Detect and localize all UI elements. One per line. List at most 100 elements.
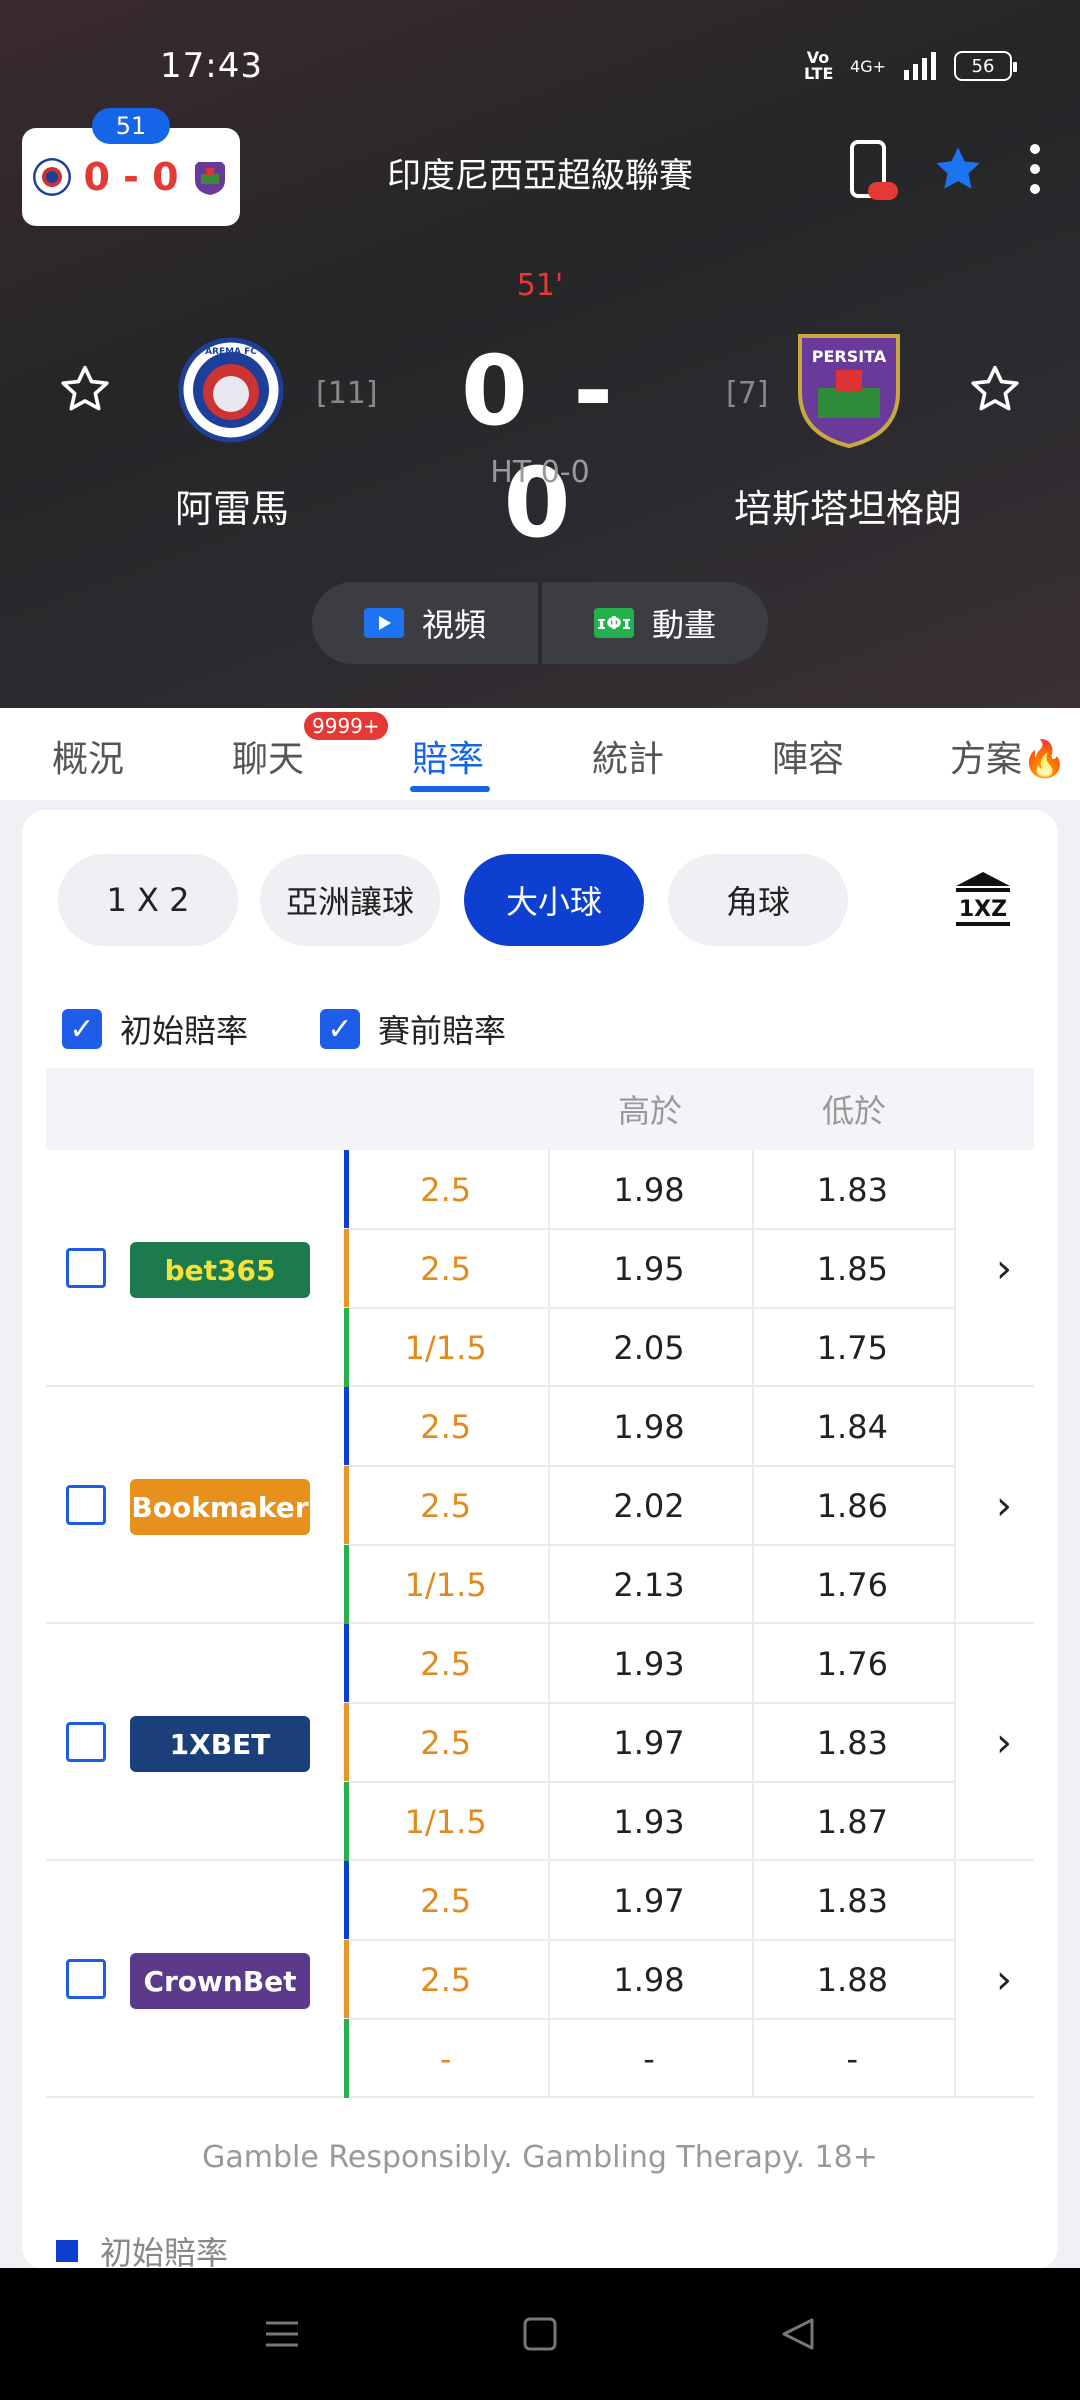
odds-line: 2.5 1.98 1.84 [344, 1387, 954, 1466]
active-tab-indicator [410, 786, 490, 792]
home-team-logo: AREMA FC [178, 337, 284, 443]
home-icon[interactable] [520, 2314, 560, 2354]
odds-line: 2.5 1.93 1.76 [344, 1624, 954, 1703]
odds-line: 2.5 2.02 1.86 [344, 1466, 954, 1545]
bookmaker-logo: bet365 [130, 1242, 310, 1298]
line-type-bar [344, 2019, 349, 2098]
under-odds: 1.83 [816, 1723, 888, 1762]
home-favorite-icon[interactable] [58, 362, 112, 416]
chevron-right-icon[interactable]: › [996, 1246, 1012, 1292]
tab-overview[interactable]: 概況 [52, 730, 124, 782]
more-menu-icon[interactable] [1030, 144, 1040, 194]
animation-button[interactable]: ɪΦɪ 動畫 [542, 582, 768, 664]
chevron-right-icon[interactable]: › [996, 1483, 1012, 1529]
bookmaker-row[interactable]: bet365 2.5 1.98 1.83 2.5 1.95 1.85 1/1.5 2.05 1.7… [46, 1150, 1034, 1387]
chevron-right-icon[interactable]: › [996, 1720, 1012, 1766]
under-odds: 1.85 [816, 1249, 888, 1288]
line-value: 2.5 [420, 1960, 472, 1999]
over-odds: 2.05 [613, 1328, 685, 1367]
over-odds: 2.02 [613, 1486, 685, 1525]
over-odds: 1.98 [613, 1960, 685, 1999]
video-label: 視頻 [421, 606, 486, 644]
check-icon[interactable]: ✓ [320, 1009, 360, 1049]
odds-line: 1/1.5 1.93 1.87 [344, 1782, 954, 1861]
under-odds: 1.87 [816, 1802, 888, 1841]
mini-minute-badge: 51 [92, 108, 170, 144]
pre-odds-toggle[interactable]: ✓ 賽前賠率 [320, 1006, 506, 1052]
odds-table: bet365 2.5 1.98 1.83 2.5 1.95 1.85 1/1.5 2.05 1.7… [46, 1150, 1034, 2098]
tab-stats[interactable]: 統計 [592, 730, 664, 782]
away-favorite-icon[interactable] [968, 362, 1022, 416]
away-team-name[interactable]: 培斯塔坦格朗 [710, 478, 986, 533]
tab-plans[interactable]: 方案🔥 [950, 730, 1067, 782]
over-odds: 1.98 [613, 1407, 685, 1446]
line-type-bar [344, 1308, 349, 1387]
bookmaker-row[interactable]: 1XBET 2.5 1.93 1.76 2.5 1.97 1.83 1/1.5 1.93 1.87… [46, 1624, 1034, 1861]
network-label: 4G+ [850, 56, 886, 76]
odds-line: 2.5 1.98 1.83 [344, 1150, 954, 1229]
under-odds: - [846, 2039, 859, 2078]
under-odds: 1.86 [816, 1486, 888, 1525]
media-switch: 視頻 ɪΦɪ 動畫 [312, 582, 768, 664]
bookmaker-logo: CrownBet [130, 1953, 310, 2009]
line-type-bar [344, 1545, 349, 1624]
segment-over-under[interactable]: 大小球 [464, 854, 644, 946]
under-odds: 1.88 [816, 1960, 888, 1999]
tab-chat[interactable]: 聊天 [232, 730, 304, 782]
bookmaker-logo: Bookmaker [130, 1479, 310, 1535]
gamble-notice[interactable]: Gamble Responsibly. Gambling Therapy. 18… [22, 2140, 1058, 2175]
line-type-bar [344, 1466, 349, 1545]
line-value: 1/1.5 [404, 1565, 487, 1604]
league-title: 印度尼西亞超級聯賽 [387, 156, 693, 196]
line-value: 2.5 [420, 1723, 472, 1762]
bookmaker-checkbox[interactable] [66, 1959, 106, 1999]
svg-text:1XZ: 1XZ [959, 897, 1007, 922]
over-odds: 1.98 [613, 1170, 685, 1209]
tab-lineup[interactable]: 陣容 [772, 730, 844, 782]
bookmaker-row[interactable]: Bookmaker 2.5 1.98 1.84 2.5 2.02 1.86 1/1.5 2.13… [46, 1387, 1034, 1624]
video-play-icon [363, 608, 404, 638]
odds-line: 2.5 1.98 1.88 [344, 1940, 954, 2019]
check-icon[interactable]: ✓ [62, 1009, 102, 1049]
animation-label: 動畫 [651, 606, 716, 644]
under-odds: 1.75 [816, 1328, 888, 1367]
phone-alert-icon[interactable] [850, 140, 898, 200]
bookmaker-checkbox[interactable] [66, 1485, 106, 1525]
bookmaker-checkbox[interactable] [66, 1248, 106, 1288]
legend-swatch [56, 2240, 78, 2262]
volte-indicator: Vo LTE [804, 48, 834, 83]
back-icon[interactable] [778, 2314, 818, 2354]
over-odds: - [643, 2039, 655, 2078]
over-odds: 1.95 [613, 1249, 685, 1288]
over-odds: 1.93 [613, 1802, 685, 1841]
bank-icon[interactable]: 1XZ [952, 870, 1014, 928]
odds-line: --- [344, 2019, 954, 2098]
chevron-right-icon[interactable]: › [996, 1957, 1012, 2003]
line-value: 2.5 [420, 1170, 472, 1209]
bookmaker-row[interactable]: CrownBet 2.5 1.97 1.83 2.5 1.98 1.88 - - - › [46, 1861, 1034, 2098]
segment-corners[interactable]: 角球 [668, 854, 848, 946]
line-value: 1/1.5 [404, 1802, 487, 1841]
odds-line: 2.5 1.95 1.85 [344, 1229, 954, 1308]
home-logo-text: AREMA FC [205, 347, 257, 357]
home-team-name[interactable]: 阿雷馬 [132, 478, 332, 533]
bookmaker-checkbox[interactable] [66, 1722, 106, 1762]
line-value: 2.5 [420, 1486, 472, 1525]
under-odds: 1.84 [816, 1407, 888, 1446]
line-type-bar [344, 1703, 349, 1782]
over-odds: 2.13 [613, 1565, 685, 1604]
menu-icon[interactable] [262, 2314, 302, 2354]
segment-asian-handicap[interactable]: 亞洲讓球 [260, 854, 440, 946]
header-under: 低於 [821, 1092, 886, 1130]
line-type-bar [344, 1861, 349, 1940]
mini-score-text: 0 - 0 [83, 155, 179, 199]
under-odds: 1.83 [816, 1170, 888, 1209]
initial-odds-toggle[interactable]: ✓ 初始賠率 [62, 1006, 248, 1052]
status-bar: 17:43 Vo LTE 4G+ 56 [0, 40, 1080, 96]
favorite-star-icon[interactable] [932, 143, 984, 195]
tab-odds[interactable]: 賠率 [412, 730, 484, 782]
video-button[interactable]: 視頻 [312, 582, 538, 664]
segment-1x2[interactable]: 1 X 2 [58, 854, 238, 946]
line-value: 2.5 [420, 1881, 472, 1920]
away-rank: [7] [726, 376, 769, 411]
